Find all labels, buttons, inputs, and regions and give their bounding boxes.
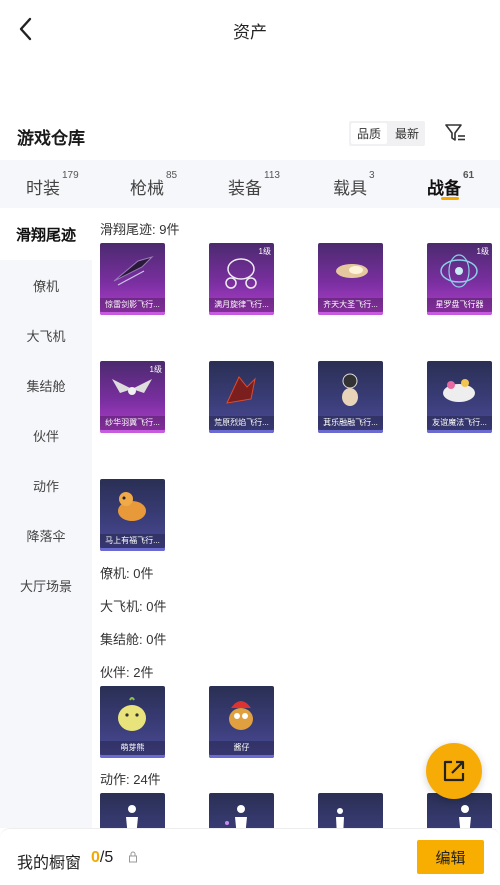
item-card[interactable]: 友谊魔法飞行...	[427, 361, 492, 433]
tab-count: 113	[264, 170, 280, 181]
sidebar-item-partner[interactable]: 伙伴	[0, 410, 92, 460]
sidebar: 滑翔尾迹 僚机 大飞机 集结舱 伙伴 动作 降落伞 大厅场景	[0, 208, 92, 828]
item-card[interactable]: 1级 星罗盘飞行器	[427, 243, 492, 315]
showcase-count: 0/5	[91, 849, 113, 867]
edit-button[interactable]: 编辑	[417, 840, 484, 874]
item-name: 星罗盘飞行器	[427, 298, 492, 312]
sidebar-item-emote[interactable]: 动作	[0, 460, 92, 510]
item-grid: 滑翔尾迹: 9件 惊雷剑影飞行... 1级 满月旋律飞行... 齐天大圣飞行..…	[92, 208, 500, 828]
filter-icon	[445, 124, 465, 141]
tab-equipment[interactable]: 装备 113	[228, 160, 280, 199]
section-label-emote: 动作: 24件	[100, 772, 161, 787]
character-icon	[342, 373, 358, 406]
item-name: 萌芽熊	[100, 741, 165, 755]
bear-icon	[118, 697, 146, 731]
item-name: 纱华羽翼飞行...	[100, 416, 165, 430]
item-card[interactable]: 齐天大圣飞行...	[318, 243, 383, 315]
item-name: 酱仔	[209, 741, 274, 755]
cloud-icon	[336, 264, 368, 278]
figure-icon	[126, 805, 138, 828]
figure-icon	[336, 808, 344, 828]
lock-icon	[129, 851, 137, 863]
page-title: 资产	[233, 23, 267, 42]
dragon-icon	[226, 376, 256, 404]
flower-cloud-icon	[443, 379, 475, 402]
item-name: 荒原烈焰飞行...	[209, 416, 274, 430]
tab-count: 61	[463, 170, 475, 181]
item-card[interactable]: 1级 纱华羽翼飞行...	[100, 361, 165, 433]
figure-icon	[225, 805, 247, 828]
warehouse-title: 游戏仓库	[17, 129, 85, 148]
tab-count: 85	[166, 170, 178, 181]
sidebar-item-glide-trail[interactable]: 滑翔尾迹	[0, 208, 92, 260]
showcase-current: 0	[91, 849, 100, 866]
showcase-label: 我的橱窗	[17, 855, 82, 872]
showcase-bar: 我的橱窗 0/5 编辑	[0, 828, 500, 885]
sidebar-item-airplane[interactable]: 大飞机	[0, 310, 92, 360]
section-label-partner: 伙伴: 2件	[100, 665, 154, 680]
tab-fashion[interactable]: 时装 179	[26, 160, 79, 199]
tab-count: 179	[62, 170, 79, 181]
item-card[interactable]: 马上有福飞行...	[100, 479, 165, 551]
item-card[interactable]	[318, 793, 383, 828]
sidebar-item-pod[interactable]: 集结舱	[0, 360, 92, 410]
item-card[interactable]	[100, 793, 165, 828]
sidebar-item-wingman[interactable]: 僚机	[0, 260, 92, 310]
figure-icon	[459, 805, 471, 828]
tab-weapons[interactable]: 枪械 85	[130, 160, 177, 199]
showcase-total: /5	[99, 849, 114, 866]
share-button[interactable]	[426, 743, 482, 799]
item-card[interactable]: 萌芽熊	[100, 686, 165, 758]
glide-trail-icon	[113, 255, 154, 286]
carriage-icon	[225, 258, 257, 289]
item-card[interactable]: 萁乐融融飞行...	[318, 361, 383, 433]
item-card[interactable]: 酱仔	[209, 686, 274, 758]
section-label-glide: 滑翔尾迹: 9件	[100, 222, 180, 237]
tab-label: 战备	[427, 179, 461, 198]
section-label-pod: 集结舱: 0件	[100, 632, 167, 647]
wings-icon	[112, 379, 152, 395]
share-icon	[443, 760, 465, 782]
tab-count: 3	[369, 170, 375, 181]
sort-latest[interactable]: 最新	[389, 121, 425, 146]
item-card[interactable]: 惊雷剑影飞行...	[100, 243, 165, 315]
item-name: 友谊魔法飞行...	[427, 416, 492, 430]
tab-combat-gear[interactable]: 战备 61	[427, 160, 475, 200]
section-label-wingman: 僚机: 0件	[100, 566, 154, 581]
item-name: 马上有福飞行...	[100, 534, 165, 548]
tab-label: 枪械	[130, 179, 164, 198]
category-tabs: 时装 179 枪械 85 装备 113 载具 3 战备 61	[0, 160, 500, 208]
item-card[interactable]: 1级 满月旋律飞行...	[209, 243, 274, 315]
item-name: 齐天大圣飞行...	[318, 298, 383, 312]
top-bar: 资产	[0, 0, 500, 58]
active-tab-indicator	[441, 197, 459, 200]
section-label-airplane: 大飞机: 0件	[100, 599, 167, 614]
astrolabe-icon	[440, 254, 478, 288]
tab-vehicles[interactable]: 载具 3	[333, 160, 375, 199]
filter-button[interactable]	[443, 121, 467, 145]
sort-toggle: 品质 最新	[349, 121, 425, 146]
sidebar-item-lobby-scene[interactable]: 大厅场景	[0, 560, 92, 610]
item-name: 萁乐融融飞行...	[318, 416, 383, 430]
sort-quality[interactable]: 品质	[351, 123, 387, 144]
tab-label: 时装	[26, 179, 60, 198]
chick-icon	[229, 701, 253, 730]
tab-label: 载具	[333, 179, 367, 198]
item-card[interactable]: 荒原烈焰飞行...	[209, 361, 274, 433]
item-name: 满月旋律飞行...	[209, 298, 274, 312]
sidebar-item-parachute[interactable]: 降落伞	[0, 510, 92, 560]
horse-icon	[118, 492, 146, 521]
tab-label: 装备	[228, 179, 262, 198]
item-name: 惊雷剑影飞行...	[100, 298, 165, 312]
item-card[interactable]	[209, 793, 274, 828]
